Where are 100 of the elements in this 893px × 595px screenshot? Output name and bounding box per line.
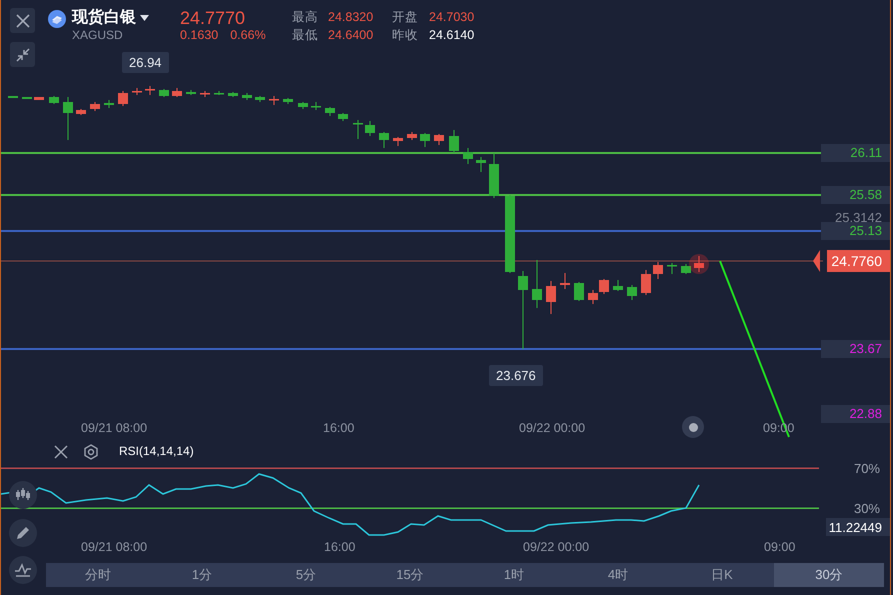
chart-type-button[interactable] <box>9 481 37 509</box>
candlestick <box>311 102 321 110</box>
timeframe-tab[interactable]: 1分 <box>150 563 254 587</box>
close-indicator-button[interactable] <box>54 445 68 459</box>
timeframe-tab[interactable]: 分时 <box>46 563 150 587</box>
settings-icon <box>83 444 99 460</box>
candlestick <box>90 102 100 111</box>
candlestick <box>353 120 363 139</box>
rsi-lower-label: 30% <box>854 501 880 516</box>
candlestick <box>681 264 691 274</box>
candlestick <box>463 148 473 164</box>
candlestick <box>379 132 389 148</box>
candlestick <box>132 88 142 95</box>
price-label: 25.58 <box>821 186 890 204</box>
indicator-button[interactable] <box>9 556 37 584</box>
candlestick <box>214 91 224 95</box>
candlestick <box>228 92 238 97</box>
candlestick <box>667 263 677 274</box>
candlestick <box>407 132 417 140</box>
candlestick <box>365 121 375 136</box>
price-label: 22.88 <box>821 405 890 423</box>
candlestick <box>172 88 182 97</box>
candlestick <box>298 102 308 109</box>
candlestick <box>613 280 623 291</box>
candlestick <box>269 96 279 105</box>
low-price-marker: 23.676 <box>489 365 543 386</box>
time-label: 09:00 <box>764 540 796 554</box>
time-label: 09/22 00:00 <box>523 540 590 554</box>
indicator-settings-button[interactable] <box>83 444 99 460</box>
timeframe-tab[interactable]: 30分 <box>774 563 884 587</box>
candlestick <box>532 260 542 308</box>
candlestick <box>393 137 403 146</box>
collapse-icon <box>16 48 30 62</box>
timeframe-tab[interactable]: 1时 <box>462 563 566 587</box>
stat-value: 24.6400 <box>328 27 374 43</box>
price-change: 0.1630 <box>180 28 218 43</box>
last-price: 24.7770 <box>180 8 246 28</box>
candlestick <box>159 89 169 97</box>
instrument-symbol: XAGUSD <box>72 28 124 43</box>
rsi-value-label: 11.22449 <box>826 518 890 536</box>
price-label: 23.67 <box>821 340 890 358</box>
timeframe-tab[interactable]: 15分 <box>358 563 462 587</box>
price-label: 26.11 <box>821 144 890 162</box>
collapse-button[interactable] <box>10 42 35 67</box>
indicator-title: RSI(14,14,14) <box>119 444 194 458</box>
candlestick <box>325 107 335 116</box>
instrument-name[interactable]: 现货白银 <box>72 8 136 28</box>
candlestick <box>200 91 210 97</box>
candlestick <box>420 133 430 147</box>
candlestick <box>653 262 663 279</box>
candlestick <box>283 98 293 104</box>
close-icon <box>16 14 30 28</box>
candlestick <box>76 109 86 115</box>
scroll-handle[interactable] <box>682 416 704 438</box>
candlestick <box>574 282 584 301</box>
close-icon <box>54 445 68 459</box>
stat-label: 最低 <box>292 27 319 43</box>
candlestick <box>338 113 348 121</box>
stat-label: 开盘 <box>392 9 419 25</box>
current-price-tag: 24.7760 <box>827 250 890 272</box>
candlestick <box>599 279 609 294</box>
reference-price: 25.3142 <box>835 210 882 225</box>
candlestick <box>489 153 499 198</box>
stat-label: 昨收 <box>392 27 419 43</box>
pulse-glow <box>689 254 709 274</box>
candlestick <box>104 100 114 108</box>
high-price-marker: 26.94 <box>122 52 169 73</box>
stat-label: 最高 <box>292 9 319 25</box>
candlestick <box>63 97 73 140</box>
candlestick <box>476 157 486 172</box>
candlestick <box>434 134 444 145</box>
candlestick <box>118 91 128 106</box>
time-label: 09/22 00:00 <box>519 421 586 435</box>
drawing-tool-button[interactable] <box>9 519 37 547</box>
candlestick <box>145 86 155 95</box>
percent-change: 0.66% <box>230 28 266 43</box>
caret-icon <box>140 15 149 21</box>
price-label: 25.13 <box>821 222 890 240</box>
stat-value: 24.8320 <box>328 9 374 25</box>
time-label: 16:00 <box>324 540 356 554</box>
candlestick <box>694 256 704 272</box>
stat-value: 24.7030 <box>429 9 476 25</box>
rsi-upper-label: 70% <box>854 461 880 476</box>
candlestick <box>560 273 570 289</box>
candlestick <box>49 96 59 104</box>
time-label: 09/21 08:00 <box>81 540 148 554</box>
close-button[interactable] <box>10 8 35 33</box>
candlestick <box>588 290 598 304</box>
candlestick <box>449 130 459 153</box>
indicator-icon <box>14 561 32 579</box>
coin-logo-icon <box>48 10 66 28</box>
pencil-icon <box>14 524 32 542</box>
timeframe-tab[interactable]: 5分 <box>254 563 358 587</box>
price-tag-pointer <box>813 250 820 272</box>
candlestick <box>242 93 252 100</box>
time-label: 09/21 08:00 <box>81 421 148 435</box>
time-label: 16:00 <box>323 421 354 435</box>
timeframe-tab[interactable]: 日K <box>670 563 774 587</box>
timeframe-tab[interactable]: 4时 <box>566 563 670 587</box>
candlestick <box>627 285 637 300</box>
